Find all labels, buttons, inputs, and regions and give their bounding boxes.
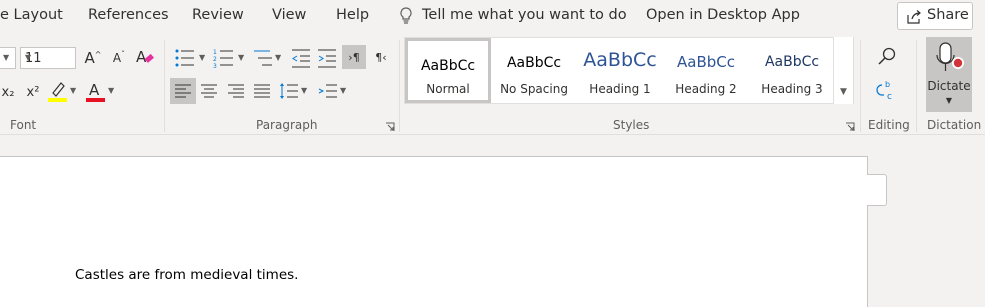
font-color-icon[interactable]: A <box>86 79 106 103</box>
svg-text:3: 3 <box>213 63 217 69</box>
style-no-spacing[interactable]: AaBbCc No Spacing <box>491 38 577 103</box>
lightbulb-icon <box>400 7 412 24</box>
line-spacing-icon[interactable] <box>279 81 299 101</box>
chevron-down-icon[interactable]: ▼ <box>70 86 76 95</box>
align-left-button[interactable] <box>170 78 196 104</box>
style-name: Normal <box>426 82 470 96</box>
chevron-down-icon: ▼ <box>25 53 32 62</box>
clear-formatting-icon[interactable]: A <box>134 46 156 68</box>
group-label-styles: Styles <box>613 118 650 132</box>
menu-help[interactable]: Help <box>336 7 369 23</box>
shrink-font-icon: A <box>112 51 122 65</box>
font-family-dropdown-tail[interactable]: ▼ <box>0 47 16 69</box>
style-sample: AaBbCc <box>506 55 562 71</box>
svg-text:c: c <box>887 92 892 102</box>
paragraph-dialog-launcher-icon[interactable] <box>385 122 395 132</box>
document-page[interactable]: Castles are from medieval times. <box>0 156 868 307</box>
group-separator <box>860 40 861 132</box>
style-sample: AaBbCc <box>420 58 476 74</box>
bullets-icon[interactable] <box>174 47 196 69</box>
style-name: Heading 2 <box>675 82 737 96</box>
replace-icon[interactable]: b c <box>876 79 898 103</box>
menu-view[interactable]: View <box>272 7 306 23</box>
style-sample: AaBbCc <box>764 54 820 70</box>
menu-review[interactable]: Review <box>192 7 244 23</box>
dictate-button[interactable]: Dictate ▼ <box>926 37 972 112</box>
highlighter-icon[interactable] <box>48 79 68 103</box>
find-icon[interactable] <box>876 46 898 68</box>
share-label: Share <box>927 7 969 23</box>
group-label-editing: Editing <box>868 118 910 132</box>
increase-indent-icon[interactable] <box>316 47 338 69</box>
document-paragraph[interactable]: Castles are from medieval times. <box>75 267 298 283</box>
share-button[interactable]: Share <box>897 2 973 30</box>
style-name: No Spacing <box>500 82 568 96</box>
chevron-down-icon[interactable]: ▼ <box>275 53 281 62</box>
group-separator <box>164 40 165 132</box>
menu-layout[interactable]: e Layout <box>0 7 63 23</box>
tell-me-search[interactable]: Tell me what you want to do <box>422 7 627 23</box>
align-left-icon <box>175 84 191 98</box>
svg-text:A: A <box>136 48 147 66</box>
rtl-paragraph-icon: ¶‹ <box>375 50 387 64</box>
ltr-button[interactable]: ›¶ <box>342 45 366 69</box>
style-name: Heading 3 <box>761 82 823 96</box>
subscript-icon: x₂ <box>1 84 15 100</box>
multilevel-list-icon[interactable] <box>252 47 274 69</box>
chevron-down-icon[interactable]: ▼ <box>301 86 307 95</box>
superscript-button[interactable]: x² <box>22 81 44 103</box>
grow-font-icon: A <box>84 49 95 67</box>
chevron-down-icon: ▼ <box>945 96 953 105</box>
chevron-down-icon: ▼ <box>840 87 847 97</box>
style-heading-3[interactable]: AaBbCc Heading 3 <box>749 38 835 103</box>
chevron-down-icon[interactable]: ▼ <box>340 86 346 95</box>
align-center-icon[interactable] <box>200 84 218 98</box>
styles-dialog-launcher-icon[interactable] <box>845 122 855 132</box>
svg-text:b: b <box>885 80 890 89</box>
svg-text:2: 2 <box>213 56 217 63</box>
microphone-icon <box>936 42 964 71</box>
decrease-indent-icon[interactable] <box>290 47 312 69</box>
dictate-label: Dictate <box>927 79 971 93</box>
group-label-dictation: Dictation <box>927 118 982 132</box>
document-canvas: Castles are from medieval times. <box>0 135 985 307</box>
rtl-button[interactable]: ¶‹ <box>370 45 392 69</box>
style-heading-2[interactable]: AaBbCc Heading 2 <box>663 38 749 103</box>
style-sample: AaBbCc <box>677 53 735 71</box>
group-label-paragraph: Paragraph <box>256 118 318 132</box>
chevron-down-icon[interactable]: ▼ <box>108 86 114 95</box>
ltr-paragraph-icon: ›¶ <box>348 50 360 64</box>
style-name: Heading 1 <box>589 82 651 96</box>
align-right-icon[interactable] <box>227 84 245 98</box>
chevron-down-icon[interactable]: ▼ <box>199 53 205 62</box>
menu-bar: e Layout References Review View Help Tel… <box>0 0 985 34</box>
justify-icon[interactable] <box>253 84 271 98</box>
font-size-dropdown[interactable]: 11 ▼ <box>20 47 76 69</box>
chevron-down-icon[interactable]: ▼ <box>238 53 244 62</box>
comments-pane-toggle[interactable] <box>867 174 887 206</box>
ribbon: ▼ 11 ▼ A ^ Aˇ A x₂ x² ▼ A ▼ Font ▼ 1 2 3 … <box>0 34 985 135</box>
open-in-desktop-app[interactable]: Open in Desktop App <box>646 7 800 23</box>
menu-references[interactable]: References <box>88 7 169 23</box>
numbering-icon[interactable]: 1 2 3 <box>213 47 235 69</box>
paragraph-spacing-icon[interactable] <box>318 82 338 100</box>
style-heading-1[interactable]: AaBbCc Heading 1 <box>577 38 663 103</box>
style-sample: AaBbCc <box>583 49 657 71</box>
group-separator <box>916 40 917 132</box>
group-label-font: Font <box>10 118 37 132</box>
superscript-icon: x² <box>26 84 40 100</box>
styles-gallery: AaBbCc Normal AaBbCc No Spacing AaBbCc H… <box>404 37 854 104</box>
svg-text:1: 1 <box>213 49 217 56</box>
grow-font-button[interactable]: A ^ <box>82 47 104 69</box>
styles-gallery-more-button[interactable]: ▼ <box>833 37 853 104</box>
group-separator <box>399 40 400 132</box>
svg-text:A: A <box>89 81 100 99</box>
subscript-button[interactable]: x₂ <box>0 81 16 103</box>
style-normal[interactable]: AaBbCc Normal <box>405 38 491 103</box>
share-icon <box>907 10 921 24</box>
chevron-down-icon: ▼ <box>3 53 10 62</box>
shrink-font-button[interactable]: Aˇ <box>108 47 130 69</box>
